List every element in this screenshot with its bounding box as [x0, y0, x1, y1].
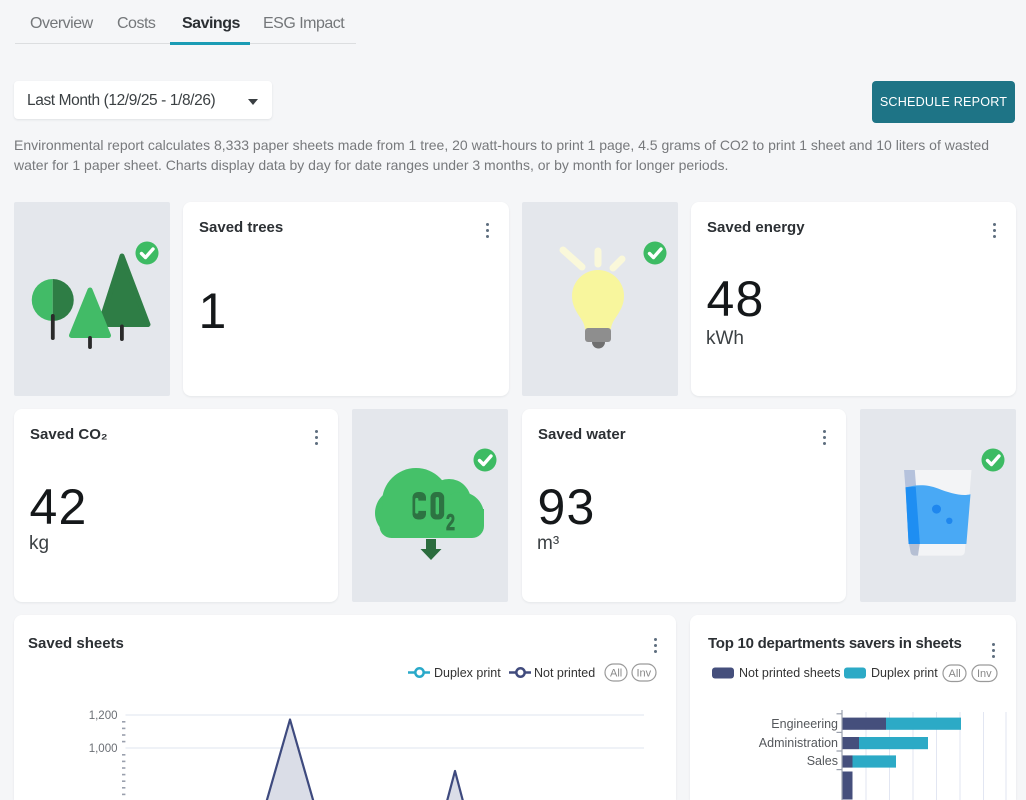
svg-text:Not printed sheets: Not printed sheets: [739, 666, 840, 680]
svg-text:Duplex print: Duplex print: [434, 666, 501, 680]
svg-text:Not printed: Not printed: [534, 666, 595, 680]
svg-text:All: All: [949, 668, 961, 680]
svg-text:Inv: Inv: [637, 668, 652, 680]
svg-text:Duplex print: Duplex print: [871, 666, 938, 680]
svg-text:Inv: Inv: [977, 668, 992, 680]
svg-text:1,000: 1,000: [89, 743, 118, 755]
svg-text:1,200: 1,200: [89, 710, 118, 722]
svg-text:Sales: Sales: [807, 754, 838, 768]
svg-text:All: All: [610, 668, 622, 680]
svg-text:Engineering: Engineering: [771, 717, 838, 731]
svg-text:2: 2: [446, 509, 455, 535]
svg-text:Administration: Administration: [759, 736, 838, 750]
